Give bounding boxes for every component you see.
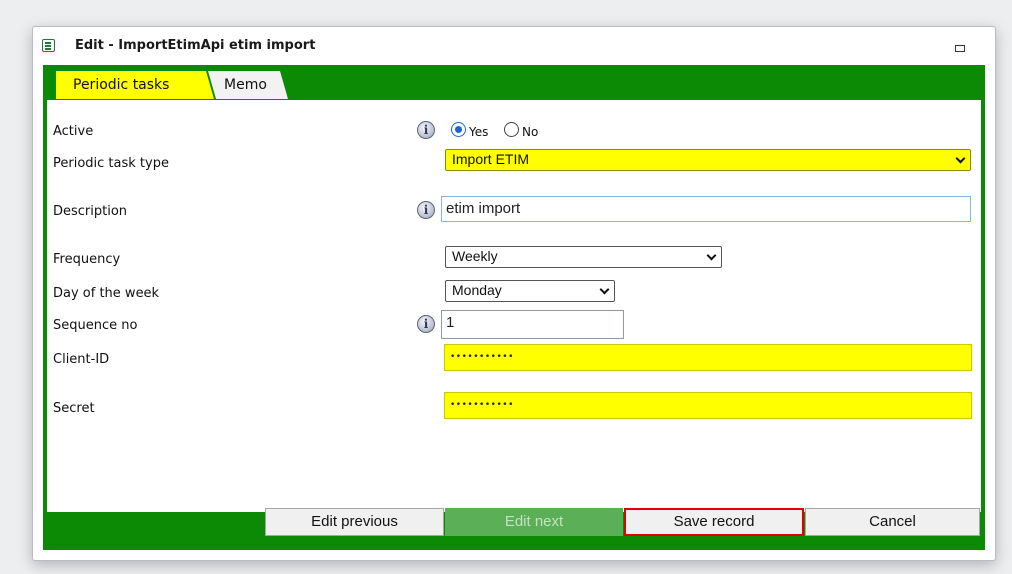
client-id-label: Client-ID: [53, 352, 110, 367]
edit-dialog: Edit - ImportEtimApi etim import Periodi…: [32, 26, 996, 561]
chevron-down-icon: [955, 153, 966, 164]
active-yes-radio[interactable]: [451, 122, 466, 137]
info-icon[interactable]: i: [417, 121, 435, 139]
day-of-week-select[interactable]: Monday: [445, 280, 615, 302]
form-panel: Active i Yes No Periodic task type Impor…: [47, 100, 981, 512]
day-of-week-value: Monday: [452, 282, 502, 298]
chevron-down-icon: [706, 250, 717, 261]
client-id-field[interactable]: •••••••••••: [444, 344, 972, 371]
frequency-select[interactable]: Weekly: [445, 246, 722, 268]
cancel-button[interactable]: Cancel: [805, 508, 980, 536]
task-type-label: Periodic task type: [53, 156, 169, 171]
chevron-down-icon: [599, 284, 610, 295]
task-type-value: Import ETIM: [452, 151, 530, 167]
info-icon[interactable]: i: [417, 315, 435, 333]
tab-periodic-tasks[interactable]: Periodic tasks: [56, 71, 214, 99]
title-bar: Edit - ImportEtimApi etim import: [33, 27, 995, 65]
secret-label: Secret: [53, 401, 95, 416]
task-type-select[interactable]: Import ETIM: [445, 149, 971, 171]
sequence-label: Sequence no: [53, 318, 138, 333]
tab-memo[interactable]: Memo: [208, 71, 288, 99]
save-record-button[interactable]: Save record: [624, 508, 804, 536]
tab-periodic-tasks-label: Periodic tasks: [73, 77, 170, 93]
active-yes-label: Yes: [469, 125, 489, 139]
day-of-week-label: Day of the week: [53, 286, 160, 301]
frequency-label: Frequency: [53, 252, 121, 267]
edit-next-button[interactable]: Edit next: [445, 508, 623, 536]
form-icon: [42, 39, 55, 52]
edit-previous-button[interactable]: Edit previous: [265, 508, 444, 536]
info-icon[interactable]: i: [417, 201, 435, 219]
frequency-value: Weekly: [452, 248, 498, 264]
secret-field[interactable]: •••••••••••: [444, 392, 972, 419]
description-label: Description: [53, 204, 128, 219]
maximize-icon[interactable]: [955, 45, 965, 52]
active-no-radio[interactable]: [504, 122, 519, 137]
active-no-label: No: [522, 125, 539, 139]
sequence-input[interactable]: 1: [441, 310, 624, 339]
description-input[interactable]: etim import: [441, 196, 971, 222]
tab-memo-label: Memo: [224, 77, 267, 93]
window-title: Edit - ImportEtimApi etim import: [75, 38, 316, 53]
active-label: Active: [53, 124, 94, 139]
form-container: Periodic tasks Memo Active i Yes No Peri…: [43, 65, 985, 550]
